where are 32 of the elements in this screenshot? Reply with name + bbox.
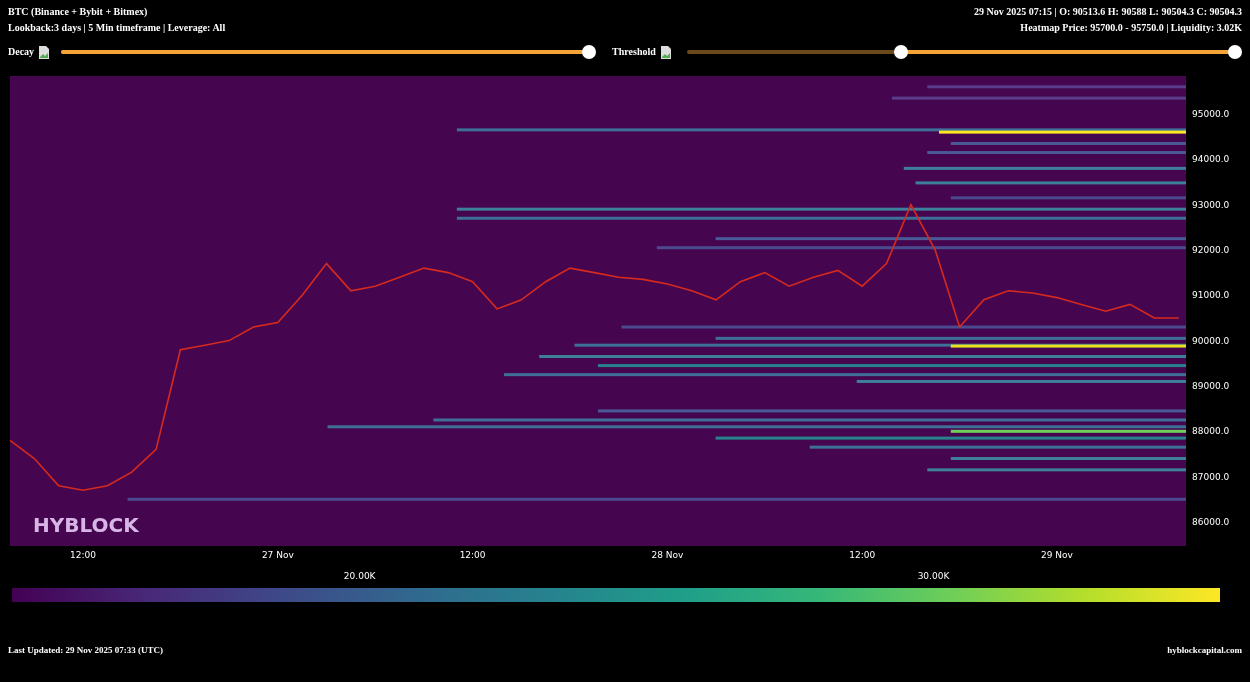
site-link[interactable]: hyblockcapital.com bbox=[1167, 642, 1242, 658]
y-axis-label: 92000.0 bbox=[1192, 245, 1230, 255]
x-axis-label: 12:00 bbox=[70, 550, 96, 560]
last-updated-text: Last Updated: 29 Nov 2025 07:33 (UTC) bbox=[8, 644, 163, 657]
x-axis-label: 27 Nov bbox=[261, 550, 294, 560]
x-axis-label: 12:00 bbox=[459, 550, 486, 560]
y-axis-label: 95000.0 bbox=[1192, 109, 1230, 119]
y-axis-label: 90000.0 bbox=[1192, 335, 1230, 346]
image-icon bbox=[38, 45, 51, 59]
y-axis-label: 93000.0 bbox=[1192, 199, 1230, 210]
slider-thumb[interactable] bbox=[893, 45, 908, 59]
y-axis-label: 89000.0 bbox=[1192, 381, 1230, 391]
y-axis-label: 88000.0 bbox=[1192, 426, 1230, 437]
chart-logo: HYBLOCK bbox=[33, 513, 139, 537]
ohlc-readout: 29 Nov 2025 07:15 | O: 90513.6 H: 90588 L: 90504.3 C: 90504.3 bbox=[973, 5, 1242, 19]
slider-thumb[interactable] bbox=[1227, 45, 1242, 59]
scale-label: 30.00K bbox=[916, 570, 951, 583]
image-icon bbox=[659, 45, 672, 59]
chart-title: BTC (Binance + Bybit + Bitmex) bbox=[8, 5, 149, 19]
y-axis-label: 87000.0 bbox=[1192, 471, 1230, 482]
slider-label: Decay bbox=[8, 45, 35, 59]
x-axis-label: 12:00 bbox=[849, 550, 876, 560]
chart-subtitle: Lookback:3 days | 5 Min timeframe | Leverage: All bbox=[8, 21, 226, 35]
y-axis-label: 94000.0 bbox=[1192, 154, 1230, 165]
y-axis-label: 86000.0 bbox=[1192, 516, 1230, 527]
slider-label: Threshold bbox=[612, 45, 656, 59]
heatmap-readout: Heatmap Price: 95700.0 - 95750.0 | Liquidity: 3.02K bbox=[1019, 21, 1242, 35]
slider-thumb[interactable] bbox=[582, 45, 597, 59]
y-axis-label: 91000.0 bbox=[1192, 290, 1230, 301]
scale-label: 20.00K bbox=[342, 570, 377, 583]
x-axis-label: 28 Nov bbox=[651, 550, 684, 560]
x-axis-label: 29 Nov bbox=[1041, 550, 1073, 560]
